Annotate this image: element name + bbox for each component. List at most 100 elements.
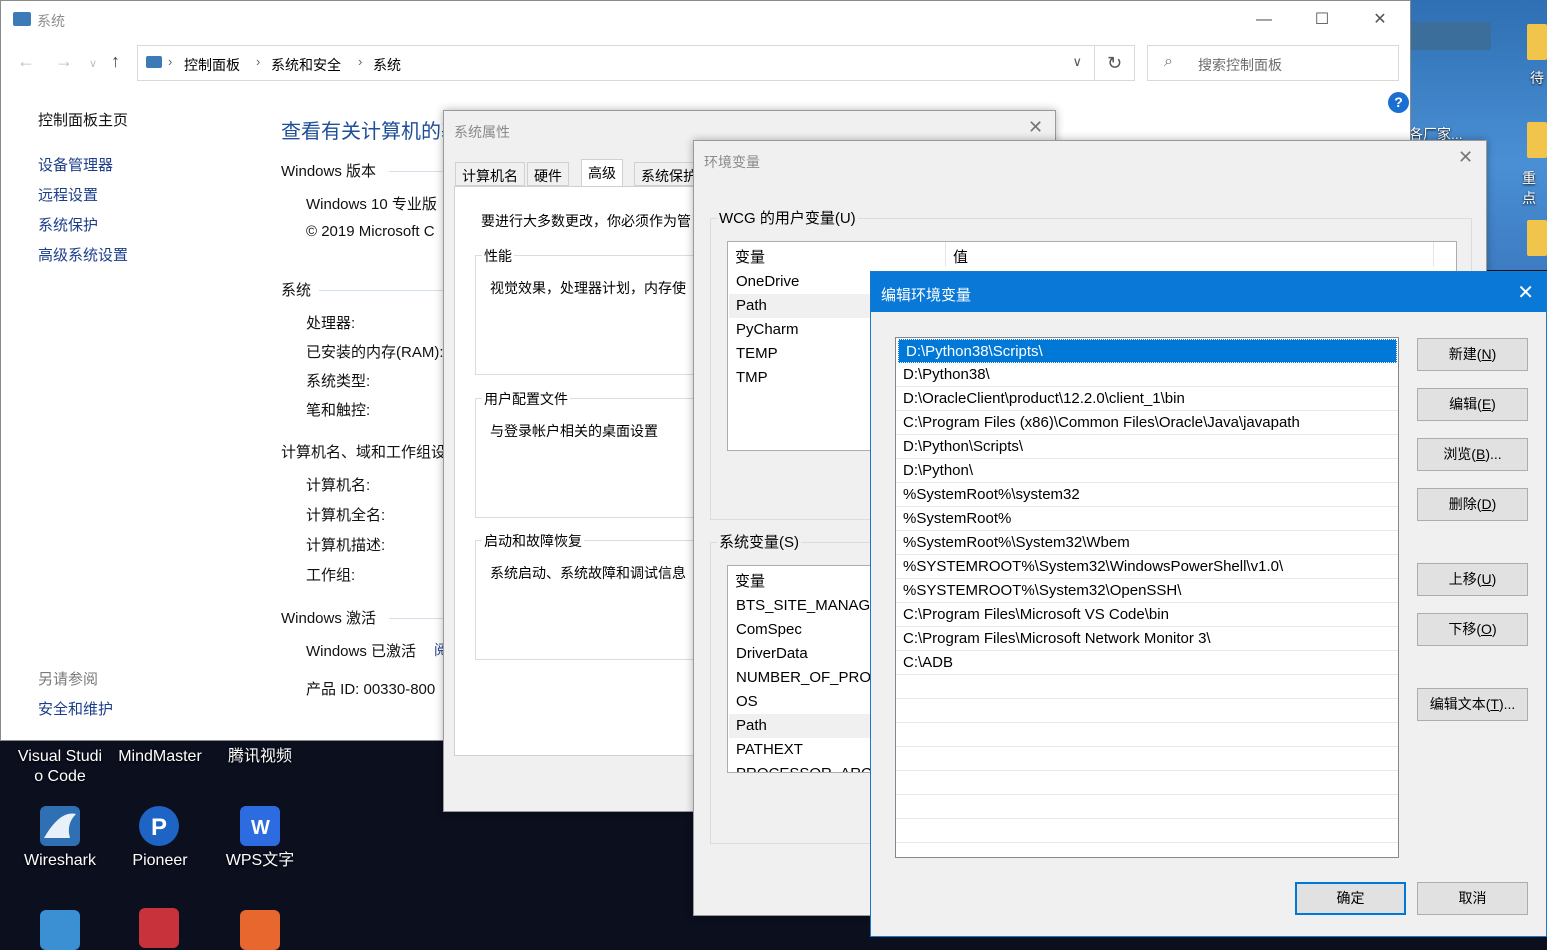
empty-row[interactable] (896, 771, 1398, 795)
dialog-titlebar[interactable]: 编辑环境变量 ✕ (871, 272, 1546, 312)
chevron-right-icon[interactable]: › (168, 54, 172, 69)
desktop-shortcut-wps[interactable]: WPS文字 (210, 851, 310, 871)
edit-button[interactable]: 编辑(E) (1417, 388, 1528, 421)
button-label-tail: ) (1491, 621, 1497, 637)
empty-row[interactable] (896, 819, 1398, 843)
path-entry[interactable]: D:\Python\Scripts\ (896, 435, 1398, 459)
tab-computer-name[interactable]: 计算机名 (455, 162, 525, 186)
search-icon: ⌕ (1164, 53, 1173, 70)
desktop-shortcut-tencent-video[interactable]: 腾讯视频 (210, 747, 310, 767)
button-label-tail: ) (1491, 571, 1497, 587)
chevron-right-icon[interactable]: › (256, 54, 260, 69)
desktop-shortcut-vscode[interactable]: Visual Studi o Code (12, 747, 108, 787)
accelerator-key: N (1481, 346, 1492, 362)
empty-row[interactable] (896, 675, 1398, 699)
wps-writer-icon[interactable]: W (240, 806, 280, 846)
path-entry[interactable]: D:\Python38\ (896, 363, 1398, 387)
button-label-tail: ) (1491, 346, 1497, 362)
column-header-variable[interactable]: 变量 (728, 242, 946, 266)
path-entry[interactable]: C:\ADB (896, 651, 1398, 675)
back-arrow-icon[interactable]: ← (17, 51, 35, 72)
sidebar-home-link[interactable]: 控制面板主页 (38, 109, 128, 130)
path-entry-selected[interactable]: D:\Python38\Scripts\ (898, 339, 1397, 363)
address-bar-row: ← → ∨ ↑ › 控制面板 › 系统和安全 › 系统 ∨ ↻ ⌕ 搜索控制面板 (1, 45, 1410, 81)
performance-label: 性能 (482, 246, 514, 266)
desktop-shortcut-mindmaster[interactable]: MindMaster (110, 747, 210, 767)
sidebar-advanced-settings-link[interactable]: 高级系统设置 (38, 244, 128, 265)
empty-row[interactable] (896, 699, 1398, 723)
help-icon[interactable]: ? (1388, 92, 1409, 113)
path-entry[interactable]: D:\OracleClient\product\12.2.0\client_1\… (896, 387, 1398, 411)
startup-recovery-label: 启动和故障恢复 (482, 531, 584, 551)
path-entry[interactable]: C:\Program Files\Microsoft VS Code\bin (896, 603, 1398, 627)
desktop-shortcut-pioneer[interactable]: Pioneer (110, 851, 210, 871)
chevron-right-icon[interactable]: › (358, 54, 362, 69)
desktop-shortcut-wireshark[interactable]: Wireshark (10, 851, 110, 871)
close-icon[interactable]: ✕ (1458, 147, 1473, 168)
breadcrumb-control-panel[interactable]: 控制面板 (184, 55, 240, 75)
sidebar-remote-settings-link[interactable]: 远程设置 (38, 184, 98, 205)
address-bar[interactable]: › 控制面板 › 系统和安全 › 系统 ∨ (137, 45, 1095, 81)
tab-hardware[interactable]: 硬件 (527, 162, 569, 186)
sidebar-system-protection-link[interactable]: 系统保护 (38, 214, 98, 235)
refresh-button[interactable]: ↻ (1095, 45, 1135, 81)
edit-text-button[interactable]: 编辑文本(T)... (1417, 688, 1528, 721)
recent-locations-chevron-icon[interactable]: ∨ (89, 57, 97, 70)
sidebar-device-manager-link[interactable]: 设备管理器 (38, 154, 113, 175)
breadcrumb-system[interactable]: 系统 (373, 55, 401, 75)
performance-description: 视觉效果，处理器计划，内存使 (490, 280, 686, 296)
folder-icon[interactable] (1527, 24, 1547, 60)
accelerator-key: D (1481, 496, 1492, 512)
folder-icon[interactable] (1527, 220, 1547, 256)
system-variables-label: 系统变量(S) (717, 531, 801, 552)
path-entry[interactable]: %SYSTEMROOT%\System32\WindowsPowerShell\… (896, 555, 1398, 579)
cancel-button[interactable]: 取消 (1417, 882, 1528, 915)
empty-row[interactable] (896, 747, 1398, 771)
desktop-folder-label: 重点 (1522, 170, 1536, 206)
button-label: 新建( (1448, 346, 1482, 362)
empty-row[interactable] (896, 795, 1398, 819)
empty-row[interactable] (896, 843, 1398, 857)
close-icon[interactable]: ✕ (1517, 280, 1534, 305)
app-shortcut-icon[interactable] (139, 908, 179, 948)
close-button[interactable]: ✕ (1357, 7, 1403, 33)
windows-edition-value: Windows 10 专业版 (306, 196, 437, 213)
security-maintenance-link[interactable]: 安全和维护 (38, 698, 113, 719)
new-button[interactable]: 新建(N) (1417, 338, 1528, 371)
path-entries-list[interactable]: D:\Python38\Scripts\ D:\Python38\ D:\Oracl… (895, 337, 1399, 858)
ok-button[interactable]: 确定 (1295, 882, 1406, 915)
breadcrumb-system-security[interactable]: 系统和安全 (271, 55, 341, 75)
folder-icon[interactable] (1527, 122, 1547, 158)
close-icon[interactable]: ✕ (1028, 117, 1043, 138)
delete-button[interactable]: 删除(D) (1417, 488, 1528, 521)
wireshark-icon[interactable] (40, 806, 80, 846)
column-header-value[interactable]: 值 (946, 242, 1434, 266)
recycle-bin-icon[interactable] (40, 910, 80, 950)
control-panel-titlebar[interactable]: 系统 — ☐ ✕ (1, 1, 1410, 39)
presentation-app-icon[interactable] (240, 910, 280, 950)
move-up-button[interactable]: 上移(U) (1417, 563, 1528, 596)
path-entry[interactable]: D:\Python\ (896, 459, 1398, 483)
system-type-label: 系统类型: (306, 373, 371, 390)
path-entry[interactable]: %SystemRoot% (896, 507, 1398, 531)
section-divider (319, 290, 449, 291)
control-panel-icon (146, 56, 162, 68)
browse-button[interactable]: 浏览(B)... (1417, 438, 1528, 471)
up-arrow-icon[interactable]: ↑ (111, 51, 120, 72)
minimize-button[interactable]: — (1241, 7, 1287, 33)
empty-row[interactable] (896, 723, 1398, 747)
move-down-button[interactable]: 下移(O) (1417, 613, 1528, 646)
user-profiles-label: 用户配置文件 (482, 389, 570, 409)
forward-arrow-icon[interactable]: → (55, 51, 73, 72)
button-label-tail: )... (1485, 446, 1502, 462)
path-entry[interactable]: C:\Program Files (x86)\Common Files\Orac… (896, 411, 1398, 435)
maximize-button[interactable]: ☐ (1299, 7, 1345, 33)
tab-advanced[interactable]: 高级 (581, 159, 623, 187)
path-entry[interactable]: %SystemRoot%\System32\Wbem (896, 531, 1398, 555)
path-entry[interactable]: C:\Program Files\Microsoft Network Monit… (896, 627, 1398, 651)
pioneer-icon[interactable]: P (139, 806, 179, 846)
path-entry[interactable]: %SYSTEMROOT%\System32\OpenSSH\ (896, 579, 1398, 603)
search-input[interactable]: ⌕ 搜索控制面板 (1147, 45, 1399, 81)
path-entry[interactable]: %SystemRoot%\system32 (896, 483, 1398, 507)
address-dropdown-chevron-icon[interactable]: ∨ (1072, 54, 1082, 70)
